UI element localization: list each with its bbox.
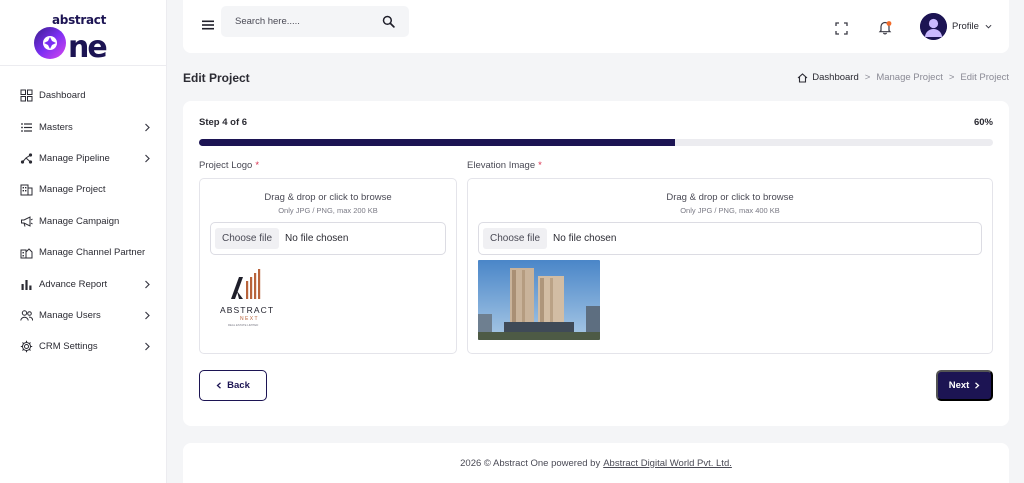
breadcrumb-separator: > xyxy=(948,72,955,83)
back-button-label: Back xyxy=(227,380,250,391)
required-mark: * xyxy=(538,160,542,171)
sidebar-item-label: Masters xyxy=(39,121,73,133)
partner-icon xyxy=(20,246,33,259)
chevron-right-icon xyxy=(975,382,980,389)
search-box xyxy=(221,6,409,37)
sidebar-nav: Dashboard Masters Manage Pipeline Manage Pr… xyxy=(0,66,166,363)
breadcrumb-home[interactable]: Dashboard xyxy=(797,72,859,83)
elevation-image-preview xyxy=(478,260,600,340)
breadcrumb: Dashboard > Manage Project > Edit Projec… xyxy=(797,72,1009,83)
project-logo-dropzone[interactable]: Drag & drop or click to browse Only JPG … xyxy=(199,178,457,354)
progress-bar xyxy=(199,139,993,146)
sidebar-item-label: Advance Report xyxy=(39,278,108,290)
svg-text:ne: ne xyxy=(68,30,106,63)
sidebar: ne abstract Dashboard Masters Manage Pipel… xyxy=(0,0,167,483)
progress-bar-fill xyxy=(199,139,676,146)
list-icon xyxy=(20,121,33,134)
sidebar-item-label: Manage Campaign xyxy=(39,215,120,227)
grid-icon xyxy=(20,89,33,102)
chevron-down-icon[interactable] xyxy=(985,23,992,30)
sidebar-item-masters[interactable]: Masters xyxy=(0,111,166,142)
megaphone-icon xyxy=(20,215,33,228)
sidebar-item-advance-report[interactable]: Advance Report xyxy=(0,268,166,299)
sidebar-item-manage-channel-partner[interactable]: Manage Channel Partner xyxy=(0,237,166,268)
chevron-right-icon xyxy=(142,153,152,163)
sidebar-item-label: Manage Project xyxy=(39,184,106,196)
logo-preview-main-text: ABSTRACT xyxy=(220,305,274,315)
menu-toggle-icon[interactable] xyxy=(201,18,215,32)
building-icon xyxy=(20,183,33,196)
search-input[interactable] xyxy=(235,16,382,27)
chevron-right-icon xyxy=(142,122,152,132)
sidebar-item-manage-users[interactable]: Manage Users xyxy=(0,300,166,331)
building-elevation-image xyxy=(478,260,600,340)
elevation-image-file-input[interactable]: Choose file No file chosen xyxy=(478,222,982,255)
footer-company-link[interactable]: Abstract Digital World Pvt. Ltd. xyxy=(603,458,732,469)
project-logo-label-text: Project Logo xyxy=(199,160,253,171)
chevron-right-icon xyxy=(142,279,152,289)
project-logo-file-input[interactable]: Choose file No file chosen xyxy=(210,222,446,255)
sidebar-item-label: Manage Channel Partner xyxy=(39,247,146,259)
step-indicator: Step 4 of 6 xyxy=(199,117,248,128)
chevron-left-icon xyxy=(216,382,222,389)
logo-preview-sub-text: NEXT xyxy=(240,316,259,322)
chevron-right-icon xyxy=(142,310,152,320)
bar-chart-icon xyxy=(20,278,33,291)
brand-logo[interactable]: ne abstract xyxy=(0,0,166,66)
sidebar-item-label: CRM Settings xyxy=(39,341,98,353)
file-status: No file chosen xyxy=(553,233,617,244)
home-icon xyxy=(797,72,808,83)
settings-icon xyxy=(20,340,33,353)
page-footer: 2026 © Abstract One powered by Abstract … xyxy=(183,443,1009,483)
dropzone-title: Drag & drop or click to browse xyxy=(264,192,392,203)
users-icon xyxy=(20,309,33,322)
brand-name-top: abstract xyxy=(52,12,107,27)
required-mark: * xyxy=(255,160,260,171)
sidebar-item-manage-campaign[interactable]: Manage Campaign xyxy=(0,206,166,237)
abstract-next-logo-image: ABSTRACT NEXT REAL ESTATE LIMITED xyxy=(213,263,289,339)
sidebar-item-label: Manage Users xyxy=(39,309,101,321)
top-header: Profile xyxy=(183,0,1009,53)
sidebar-item-dashboard[interactable]: Dashboard xyxy=(0,80,166,111)
sidebar-item-label: Dashboard xyxy=(39,90,86,102)
progress-percent: 60% xyxy=(973,117,993,128)
sidebar-item-label: Manage Pipeline xyxy=(39,152,110,164)
breadcrumb-manage-project[interactable]: Manage Project xyxy=(876,72,943,83)
sidebar-item-manage-pipeline[interactable]: Manage Pipeline xyxy=(0,143,166,174)
breadcrumb-dashboard: Dashboard xyxy=(812,72,859,83)
sidebar-item-manage-project[interactable]: Manage Project xyxy=(0,174,166,205)
profile-menu[interactable]: Profile xyxy=(952,21,979,32)
elevation-image-dropzone[interactable]: Drag & drop or click to browse Only JPG … xyxy=(467,178,993,354)
dropzone-title: Drag & drop or click to browse xyxy=(666,192,794,203)
edit-project-card: Step 4 of 6 60% Project Logo * Drag & dro… xyxy=(183,101,1009,426)
choose-file-button[interactable]: Choose file xyxy=(483,228,548,249)
sidebar-item-crm-settings[interactable]: CRM Settings xyxy=(0,331,166,362)
breadcrumb-separator: > xyxy=(864,72,871,83)
user-avatar-icon xyxy=(920,13,947,40)
notification-bell-icon[interactable] xyxy=(878,20,892,35)
back-button[interactable]: Back xyxy=(199,370,267,401)
elevation-image-label: Elevation Image * xyxy=(467,160,542,171)
pipeline-icon xyxy=(20,152,33,165)
next-button-label: Next xyxy=(948,380,970,391)
search-icon[interactable] xyxy=(382,15,395,28)
elevation-image-label-text: Elevation Image xyxy=(467,160,536,171)
breadcrumb-edit-project: Edit Project xyxy=(960,72,1009,83)
chevron-right-icon xyxy=(142,342,152,352)
choose-file-button[interactable]: Choose file xyxy=(215,228,280,249)
fullscreen-icon[interactable] xyxy=(835,22,848,35)
project-logo-preview: ABSTRACT NEXT REAL ESTATE LIMITED xyxy=(213,263,289,339)
logo-preview-tag-text: REAL ESTATE LIMITED xyxy=(228,323,258,327)
file-status: No file chosen xyxy=(285,233,349,244)
dropzone-hint: Only JPG / PNG, max 400 KB xyxy=(680,206,780,215)
page-title: Edit Project xyxy=(183,71,250,85)
dropzone-hint: Only JPG / PNG, max 200 KB xyxy=(278,206,378,215)
footer-text: 2026 © Abstract One powered by xyxy=(460,457,601,469)
avatar[interactable] xyxy=(920,13,947,40)
next-button[interactable]: Next xyxy=(936,370,993,401)
project-logo-label: Project Logo * xyxy=(199,160,259,171)
